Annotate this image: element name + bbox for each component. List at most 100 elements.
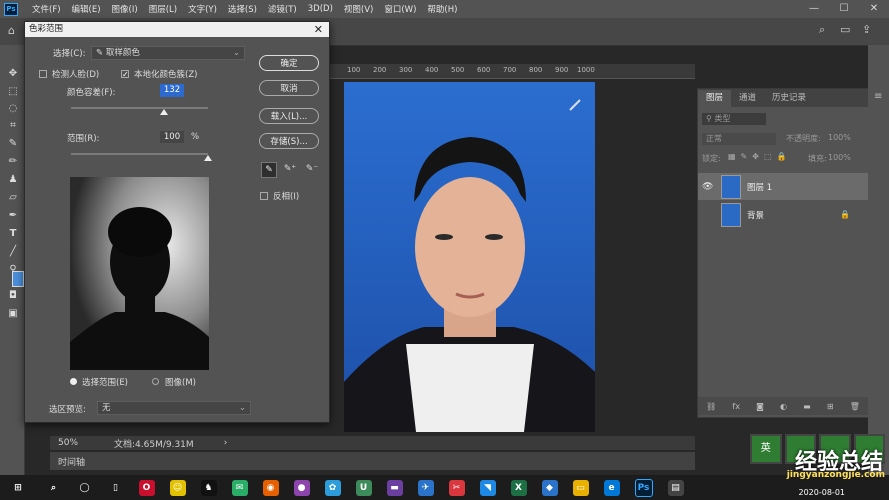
new-layer-icon[interactable]: ⊞: [827, 402, 834, 411]
select-dropdown[interactable]: ✎ 取样颜色 ⌄: [91, 46, 245, 60]
search-icon[interactable]: ⌕: [819, 23, 825, 37]
layer-filter-search[interactable]: ⚲ 类型: [702, 113, 766, 125]
menu-view[interactable]: 视图(V): [344, 3, 373, 15]
menu-select[interactable]: 选择(S): [228, 3, 257, 15]
lasso-tool-icon[interactable]: ◌: [6, 102, 20, 116]
tab-history[interactable]: 历史记录: [764, 90, 814, 107]
trash-icon[interactable]: 🗑: [850, 402, 860, 411]
eyedropper-plus-icon[interactable]: ✎⁺: [283, 162, 297, 176]
menu-window[interactable]: 窗口(W): [384, 3, 416, 15]
eraser-tool-icon[interactable]: ▱: [6, 191, 20, 205]
lock-icons[interactable]: ▦✎✥⬚🔒: [728, 152, 791, 161]
cortana-icon[interactable]: ◯: [77, 480, 93, 496]
close-icon[interactable]: ✕: [314, 22, 323, 37]
app-icon[interactable]: ◥: [479, 479, 496, 496]
marquee-tool-icon[interactable]: ⬚: [6, 85, 20, 99]
share-icon[interactable]: ⇪: [862, 23, 871, 36]
save-button[interactable]: 存储(S)...: [259, 133, 319, 149]
app-icon[interactable]: ◆: [541, 479, 558, 496]
app-icon[interactable]: ●: [293, 479, 310, 496]
selection-radio[interactable]: [70, 378, 77, 385]
move-tool-icon[interactable]: ✥: [6, 67, 20, 81]
timeline-tab[interactable]: 时间轴: [58, 455, 85, 468]
menu-edit[interactable]: 编辑(E): [72, 3, 101, 15]
brush-tool-icon[interactable]: ✏: [6, 155, 20, 169]
photoshop-taskbar-icon[interactable]: Ps: [634, 478, 653, 497]
blend-mode-select[interactable]: 正常: [702, 133, 776, 145]
opera-icon[interactable]: O: [138, 479, 155, 496]
excel-icon[interactable]: X: [510, 479, 527, 496]
eye-icon[interactable]: 👁: [702, 182, 716, 192]
windows-start-icon[interactable]: ⊞: [10, 480, 26, 496]
tab-channels[interactable]: 通道: [731, 90, 764, 107]
task-view-icon[interactable]: ▯: [108, 480, 124, 496]
minimize-button[interactable]: —: [799, 0, 829, 18]
panel-menu-icon[interactable]: ≡: [874, 91, 882, 102]
app-icon[interactable]: ☺: [169, 479, 186, 496]
selection-preview-select[interactable]: 无 ⌄: [97, 401, 251, 415]
menu-image[interactable]: 图像(I): [112, 3, 138, 15]
folder-icon[interactable]: ▬: [803, 402, 811, 411]
portrait-photo[interactable]: [344, 82, 595, 432]
menu-help[interactable]: 帮助(H): [427, 3, 457, 15]
ime-icon[interactable]: 英: [750, 434, 782, 464]
qq-icon[interactable]: ♞: [200, 479, 217, 496]
screen-mode-icon[interactable]: ▣: [6, 307, 20, 321]
range-slider-track[interactable]: [71, 153, 208, 155]
app-icon[interactable]: ▬: [386, 479, 403, 496]
range-input[interactable]: 100: [160, 131, 184, 143]
adjustment-icon[interactable]: ◐: [780, 402, 787, 411]
app-icon[interactable]: U: [355, 479, 372, 496]
firefox-icon[interactable]: ◉: [262, 479, 279, 496]
localized-clusters-checkbox[interactable]: ✓: [121, 70, 129, 79]
pen-tool-icon[interactable]: ✒: [6, 209, 20, 223]
mask-preview[interactable]: [70, 177, 209, 370]
app-icon[interactable]: ✿: [324, 479, 341, 496]
eyedropper-minus-icon[interactable]: ✎⁻: [305, 162, 319, 176]
eyedropper-icon[interactable]: ✎: [261, 162, 277, 178]
fuzziness-slider-knob[interactable]: [160, 109, 169, 115]
file-explorer-icon[interactable]: ▭: [572, 479, 589, 496]
foreground-color-swatch[interactable]: [12, 271, 24, 287]
mask-icon[interactable]: ◙: [756, 402, 764, 411]
layer-name[interactable]: 背景: [747, 209, 840, 221]
menu-file[interactable]: 文件(F): [32, 3, 61, 15]
layer-row-background[interactable]: 背景 🔒: [698, 201, 868, 228]
cancel-button[interactable]: 取消: [259, 80, 319, 96]
layer-row-layer1[interactable]: 👁 图层 1: [698, 173, 868, 200]
menu-filter[interactable]: 滤镜(T): [268, 3, 297, 15]
zoom-level[interactable]: 50%: [58, 438, 114, 448]
wechat-icon[interactable]: ✉: [231, 479, 248, 496]
close-window-button[interactable]: ✕: [859, 0, 889, 18]
image-radio[interactable]: [152, 378, 159, 385]
layer-name[interactable]: 图层 1: [747, 181, 772, 193]
quick-mask-icon[interactable]: ◘: [6, 289, 20, 303]
tab-layers[interactable]: 图层: [698, 90, 732, 107]
fill-value[interactable]: 100%: [828, 153, 851, 162]
range-slider-knob[interactable]: [204, 155, 212, 161]
status-arrow-icon[interactable]: ›: [224, 438, 228, 448]
workspace-icon[interactable]: ▭: [840, 23, 850, 36]
fuzziness-slider-track[interactable]: [71, 107, 208, 109]
maximize-button[interactable]: ☐: [829, 0, 859, 18]
home-icon[interactable]: ⌂: [8, 24, 15, 37]
edge-icon[interactable]: e: [603, 479, 620, 496]
link-icon[interactable]: ⛓: [706, 402, 716, 411]
menu-3d[interactable]: 3D(D): [308, 4, 333, 14]
eyedropper-tool-icon[interactable]: ✎: [6, 137, 20, 151]
detect-faces-checkbox[interactable]: [39, 70, 47, 78]
menu-type[interactable]: 文字(Y): [188, 3, 217, 15]
fx-icon[interactable]: fx: [732, 402, 740, 411]
stamp-tool-icon[interactable]: ♟: [6, 173, 20, 187]
crop-tool-icon[interactable]: ⌗: [6, 119, 20, 133]
app-icon[interactable]: ✈: [417, 479, 434, 496]
app-icon[interactable]: ▤: [667, 479, 684, 496]
path-select-tool-icon[interactable]: ╱: [6, 245, 20, 259]
search-icon[interactable]: ⌕: [46, 480, 62, 496]
load-button[interactable]: 载入(L)...: [259, 108, 319, 124]
ok-button[interactable]: 确定: [259, 55, 319, 71]
app-icon[interactable]: ✂: [448, 479, 465, 496]
type-tool-icon[interactable]: T: [6, 227, 20, 241]
fuzziness-input[interactable]: 132: [160, 84, 184, 97]
opacity-value[interactable]: 100%: [828, 133, 851, 142]
